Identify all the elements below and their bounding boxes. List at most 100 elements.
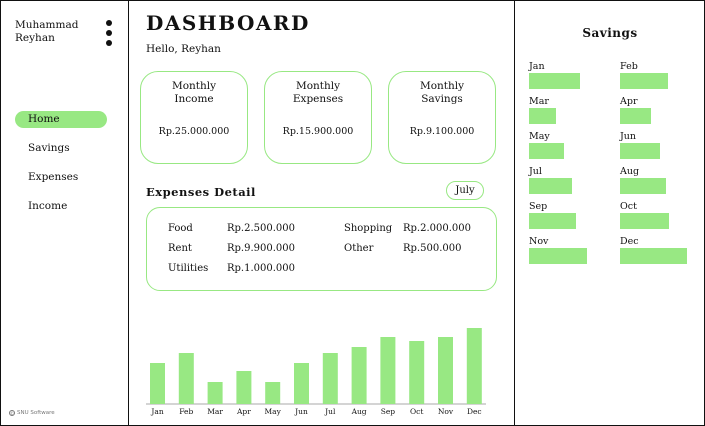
savings-item-may: May [529,131,609,159]
chart-bar-sep [380,337,396,404]
card-title: Monthly Income [171,80,217,105]
savings-month-label: Mar [529,96,549,107]
savings-bar [620,178,666,194]
expenses-detail-title: Expenses Detail [146,185,256,199]
savings-month-label: Sep [529,201,548,212]
chart-bar-apr [236,371,252,404]
main-content: DASHBOARD Hello, Reyhan Monthly Income R… [129,0,514,426]
chart-bar-jan [150,363,165,404]
expenses-detail-box: Food Rp.2.500.000 Rent Rp.9.900.000 Util… [146,207,497,291]
card-title: Monthly Savings [419,80,465,105]
savings-bar [529,73,580,89]
chart-bar-may [265,382,281,404]
savings-bar [620,108,651,124]
monthly-bar-chart: Jan Feb Mar Apr May Jun Jul Aug Sep Oct Nov Dec [146,318,491,423]
sidebar-item-income[interactable]: Income [15,198,107,215]
savings-item-feb: Feb [620,61,700,89]
expenses-card[interactable]: Monthly Expenses Rp.15.900.000 [264,71,372,164]
savings-panel: Savings Jan Feb Mar Apr May Jun Jul Aug Sep Oct No… [514,0,705,426]
chart-tick-label: Jul [324,407,336,416]
expense-value: Rp.2.500.000 [227,223,296,234]
savings-item-dec: Dec [620,236,700,264]
savings-item-apr: Apr [620,96,700,124]
footer-text: SNU Software [17,410,55,416]
chart-tick-label: Apr [236,407,251,416]
kebab-menu-icon[interactable] [104,20,114,46]
savings-bar [529,248,587,264]
chart-bar-aug [351,347,367,404]
savings-panel-title: Savings [582,26,638,40]
month-selector[interactable]: July [446,181,484,200]
chart-tick-label: Jun [294,407,308,416]
chart-tick-label: Jan [150,407,163,416]
savings-bar [620,143,660,159]
chart-bar-jun [294,363,309,404]
chart-bar-nov [438,337,453,404]
savings-month-label: Nov [529,236,549,247]
savings-month-label: Apr [620,96,638,107]
expense-label: Food [168,223,193,234]
expense-label: Other [344,243,374,254]
expense-value: Rp.1.000.000 [227,263,296,274]
card-value: Rp.15.900.000 [282,126,354,137]
card-value: Rp.25.000.000 [158,126,230,137]
chart-bar-feb [178,353,194,404]
savings-item-sep: Sep [529,201,609,229]
expense-label: Rent [168,243,192,254]
savings-item-nov: Nov [529,236,609,264]
chart-tick-label: Nov [438,407,454,416]
savings-bar [529,213,576,229]
savings-card[interactable]: Monthly Savings Rp.9.100.000 [388,71,496,164]
savings-item-aug: Aug [620,166,700,194]
savings-month-label: Oct [620,201,637,212]
savings-item-jan: Jan [529,61,609,89]
savings-month-label: Feb [620,61,638,72]
copyright-icon: © [9,410,15,416]
chart-tick-label: Aug [351,407,367,416]
savings-item-jun: Jun [620,131,700,159]
chart-bar-oct [409,341,425,404]
expense-label: Shopping [344,223,393,234]
chart-tick-label: Mar [207,407,223,416]
savings-bar [529,108,557,124]
expense-value: Rp.500.000 [403,243,462,254]
savings-month-label: Jun [620,131,637,142]
savings-bar [620,213,670,229]
savings-bar [620,248,688,264]
expense-value: Rp.2.000.000 [403,223,472,234]
savings-item-mar: Mar [529,96,609,124]
sidebar: Muhammad Reyhan Home Savings Expenses In… [0,0,129,426]
savings-month-label: Jan [529,61,545,72]
chart-bar-mar [207,382,223,404]
card-value: Rp.9.100.000 [409,126,475,137]
savings-bar [620,73,669,89]
chart-tick-label: Feb [179,407,193,416]
chart-bar-jul [322,353,338,404]
sidebar-item-expenses[interactable]: Expenses [15,169,107,186]
chart-bar-dec [466,328,482,404]
user-name: Muhammad Reyhan [15,19,79,44]
savings-bar [529,178,573,194]
chart-tick-label: May [265,407,282,416]
savings-month-label: Jul [529,166,542,177]
chart-tick-label: Sep [381,407,396,416]
savings-bar [529,143,564,159]
footer: © SNU Software [9,410,55,416]
income-card[interactable]: Monthly Income Rp.25.000.000 [140,71,248,164]
sidebar-item-savings[interactable]: Savings [15,140,107,157]
chart-tick-label: Dec [467,407,482,416]
bar-chart-svg: Jan Feb Mar Apr May Jun Jul Aug Sep Oct Nov Dec [146,328,486,416]
chart-tick-label: Oct [410,407,423,416]
savings-item-jul: Jul [529,166,609,194]
sidebar-item-home[interactable]: Home [15,111,107,128]
savings-month-label: Dec [620,236,639,247]
sidebar-nav: Home Savings Expenses Income [15,111,107,227]
card-title: Monthly Expenses [292,80,344,105]
greeting: Hello, Reyhan [146,43,221,55]
savings-month-label: May [529,131,550,142]
expense-value: Rp.9.900.000 [227,243,296,254]
savings-item-oct: Oct [620,201,700,229]
savings-month-label: Aug [620,166,640,177]
expense-label: Utilities [168,263,209,274]
page-title: DASHBOARD [146,11,310,35]
